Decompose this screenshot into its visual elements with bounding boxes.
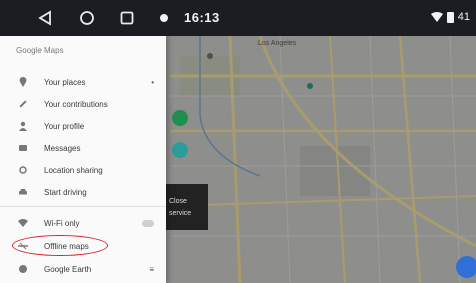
- menu-item-your-profile[interactable]: Your profile: [0, 115, 166, 137]
- location-sharing-icon: [18, 165, 28, 175]
- status-bar: 16:13 41: [0, 0, 476, 36]
- menu-item-start-driving[interactable]: Start driving: [0, 181, 166, 203]
- drawer-title: Google Maps: [16, 46, 64, 55]
- menu-item-label: Your contributions: [44, 99, 108, 109]
- wifi-icon: [18, 218, 28, 228]
- menu-item-trailing: •: [151, 77, 154, 87]
- menu-item-label: Wi-Fi only: [44, 218, 80, 228]
- drawer-divider: [0, 206, 166, 207]
- pin-icon: [18, 77, 28, 87]
- wifi-signal-icon: [430, 12, 443, 22]
- menu-item-location-sharing[interactable]: Location sharing: [0, 159, 166, 181]
- car-icon: [18, 187, 28, 197]
- earth-icon: [18, 264, 28, 274]
- menu-item-label: Location sharing: [44, 165, 103, 175]
- back-icon[interactable]: [36, 9, 54, 27]
- menu-item-label: Google Earth: [44, 264, 92, 274]
- map-layer-button[interactable]: [172, 142, 188, 158]
- menu-item-google-earth[interactable]: Google Earth ≡: [0, 258, 166, 280]
- menu-item-your-contributions[interactable]: Your contributions: [0, 93, 166, 115]
- notification-dot-icon: [160, 14, 168, 22]
- home-icon[interactable]: [78, 9, 96, 27]
- wifi-only-toggle[interactable]: [142, 219, 154, 227]
- battery-icon: [446, 11, 454, 23]
- person-icon: [18, 121, 28, 131]
- drawer-scrim[interactable]: [166, 36, 476, 283]
- menu-item-wifi-only[interactable]: Wi-Fi only: [0, 212, 166, 234]
- thumbnail-text-line-1: Close: [169, 198, 187, 205]
- my-location-button[interactable]: [456, 256, 476, 278]
- menu-item-your-places[interactable]: Your places •: [0, 71, 166, 93]
- menu-item-messages[interactable]: Messages: [0, 137, 166, 159]
- menu-item-label: Start driving: [44, 187, 87, 197]
- system-icons: 41: [430, 11, 470, 23]
- annotation-highlight-circle: [12, 235, 108, 256]
- map-card-thumbnail[interactable]: Close service: [166, 184, 208, 230]
- thumbnail-text-line-2: service: [169, 210, 192, 217]
- menu-item-label: Your places: [44, 77, 86, 87]
- map-pin-button[interactable]: [172, 110, 188, 126]
- message-icon: [18, 143, 28, 153]
- recent-apps-icon[interactable]: [118, 9, 136, 27]
- menu-item-trailing: ≡: [149, 264, 154, 274]
- clock: 16:13: [184, 10, 220, 25]
- edit-icon: [18, 99, 28, 109]
- menu-item-label: Messages: [44, 143, 81, 153]
- menu-item-label: Your profile: [44, 121, 85, 131]
- battery-level: 41: [457, 11, 470, 23]
